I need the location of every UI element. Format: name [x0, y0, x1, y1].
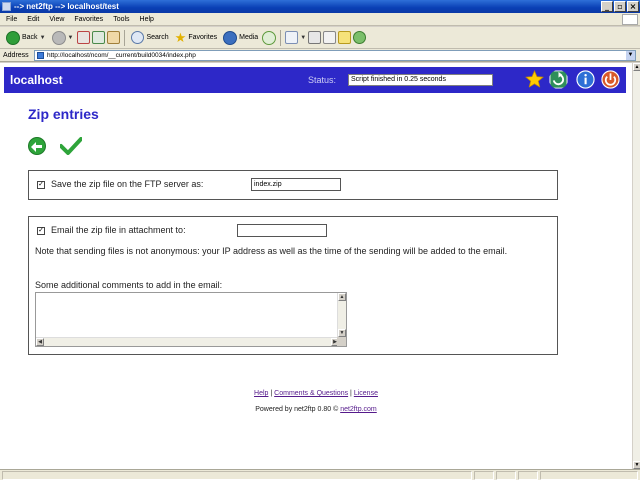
menu-tools[interactable]: Tools: [113, 16, 129, 23]
info-icon[interactable]: [576, 70, 595, 89]
menu-favorites[interactable]: Favorites: [74, 16, 103, 23]
refresh-page-icon[interactable]: [92, 31, 106, 44]
edit-icon[interactable]: [323, 31, 337, 44]
toolbar-separator: [124, 29, 126, 46]
net2ftp-link[interactable]: net2ftp.com: [340, 406, 377, 413]
powered-text: Powered by net2ftp 0.80 ©: [255, 406, 339, 413]
print-icon[interactable]: [308, 31, 322, 44]
back-label: Back: [22, 34, 38, 41]
page-scroll-down-icon[interactable]: ▼: [633, 461, 640, 469]
save-checkbox[interactable]: ✓: [37, 181, 45, 189]
scroll-left-icon[interactable]: ◀: [36, 338, 44, 346]
menu-bar: File Edit View Favorites Tools Help: [0, 13, 640, 26]
address-url: http://localhost/ncom/__current/build003…: [47, 52, 196, 59]
comments-horizontal-scrollbar[interactable]: ◀ ▶: [36, 337, 339, 346]
favorites-star-icon: ★: [174, 29, 187, 45]
search-icon: [131, 31, 145, 44]
toolbar-separator: [280, 29, 282, 46]
maximize-button[interactable]: ▫: [614, 1, 626, 12]
window-title-bar[interactable]: --> net2ftp --> localhost/test _ ▫ ×: [0, 0, 640, 13]
status-message-area: [2, 471, 472, 480]
discuss-icon[interactable]: [338, 31, 352, 44]
menu-help[interactable]: Help: [140, 16, 154, 23]
site-name: localhost: [10, 73, 63, 87]
minimize-button[interactable]: _: [601, 1, 613, 12]
logout-icon[interactable]: [601, 70, 620, 89]
window-title: --> net2ftp --> localhost/test: [14, 2, 119, 11]
bookmark-star-icon[interactable]: [525, 70, 544, 89]
help-link[interactable]: Help: [254, 390, 268, 397]
comments-textarea[interactable]: ▲ ▼ ◀ ▶: [35, 292, 347, 347]
status-cell: [496, 471, 516, 480]
menu-view[interactable]: View: [49, 16, 64, 23]
back-icon[interactable]: [28, 137, 46, 155]
email-input[interactable]: [237, 224, 327, 237]
page-title: Zip entries: [28, 106, 99, 122]
save-label: Save the zip file on the FTP server as:: [51, 179, 204, 189]
history-icon[interactable]: [262, 30, 277, 45]
back-button[interactable]: Back ▼: [4, 29, 48, 47]
status-label: Status:: [308, 75, 337, 85]
status-cell: [474, 471, 494, 480]
forward-dropdown-icon[interactable]: ▼: [68, 35, 74, 41]
privacy-note: Note that sending files is not anonymous…: [35, 246, 508, 256]
page-vertical-scrollbar[interactable]: ▲ ▼: [632, 63, 640, 469]
media-icon: [223, 30, 238, 45]
search-button[interactable]: Search: [129, 29, 170, 47]
media-label: Media: [239, 34, 259, 41]
page-scroll-up-icon[interactable]: ▲: [633, 63, 640, 71]
forward-button[interactable]: ▼: [50, 29, 76, 47]
footer-separator: |: [270, 390, 273, 397]
comments-vertical-scrollbar[interactable]: ▲ ▼: [337, 293, 346, 337]
status-value: Script finished in 0.25 seconds: [348, 74, 493, 86]
comments-label: Some additional comments to add in the e…: [35, 280, 223, 290]
footer-separator: |: [350, 390, 352, 397]
back-dropdown-icon[interactable]: ▼: [40, 35, 46, 41]
forward-arrow-icon: [51, 30, 66, 45]
email-checkbox[interactable]: ✓: [37, 227, 45, 235]
footer-links: Help | Comments & Questions | License: [0, 390, 632, 397]
zip-filename-input[interactable]: index.zip: [251, 178, 341, 191]
email-label: Email the zip file in attachment to:: [51, 225, 186, 235]
home-icon[interactable]: [107, 31, 121, 44]
refresh-icon[interactable]: [549, 70, 568, 89]
address-dropdown-icon[interactable]: ▼: [626, 51, 635, 60]
scroll-down-icon[interactable]: ▼: [338, 329, 346, 337]
status-zone: [540, 471, 638, 480]
mail-icon[interactable]: [285, 31, 299, 44]
email-option-panel: ✓ Email the zip file in attachment to: N…: [28, 216, 558, 355]
save-option-panel: ✓ Save the zip file on the FTP server as…: [28, 170, 558, 200]
app-header: localhost Status: Script finished in 0.2…: [4, 67, 626, 93]
browser-toolbar: Back ▼ ▼ Search ★ Favorites Media ▼: [0, 27, 640, 49]
favorites-label: Favorites: [188, 34, 218, 41]
mail-dropdown-icon[interactable]: ▼: [300, 35, 306, 41]
textarea-resize-corner: [337, 337, 346, 346]
search-label: Search: [146, 34, 169, 41]
close-button[interactable]: ×: [627, 1, 639, 12]
license-link[interactable]: License: [354, 390, 378, 397]
back-arrow-icon: [6, 30, 20, 45]
page-content: localhost Status: Script finished in 0.2…: [0, 63, 632, 469]
page-icon: [37, 52, 44, 59]
windows-logo-icon: [622, 14, 638, 25]
powered-by: Powered by net2ftp 0.80 © net2ftp.com: [0, 406, 632, 413]
comments-questions-link[interactable]: Comments & Questions: [274, 390, 348, 397]
ie-window-icon[interactable]: [2, 2, 11, 11]
menu-file[interactable]: File: [6, 16, 17, 23]
address-input[interactable]: http://localhost/ncom/__current/build003…: [34, 50, 636, 61]
favorites-button[interactable]: ★ Favorites: [173, 29, 219, 47]
stop-icon[interactable]: [77, 31, 91, 44]
status-cell: [518, 471, 538, 480]
address-bar: Address http://localhost/ncom/__current/…: [0, 49, 640, 62]
browser-status-bar: [0, 469, 640, 480]
messenger-icon[interactable]: [353, 31, 367, 44]
media-button[interactable]: Media: [221, 29, 260, 47]
checkmark-icon[interactable]: [60, 137, 82, 155]
menu-edit[interactable]: Edit: [27, 16, 39, 23]
address-label: Address: [3, 51, 29, 59]
scroll-up-icon[interactable]: ▲: [338, 293, 346, 301]
